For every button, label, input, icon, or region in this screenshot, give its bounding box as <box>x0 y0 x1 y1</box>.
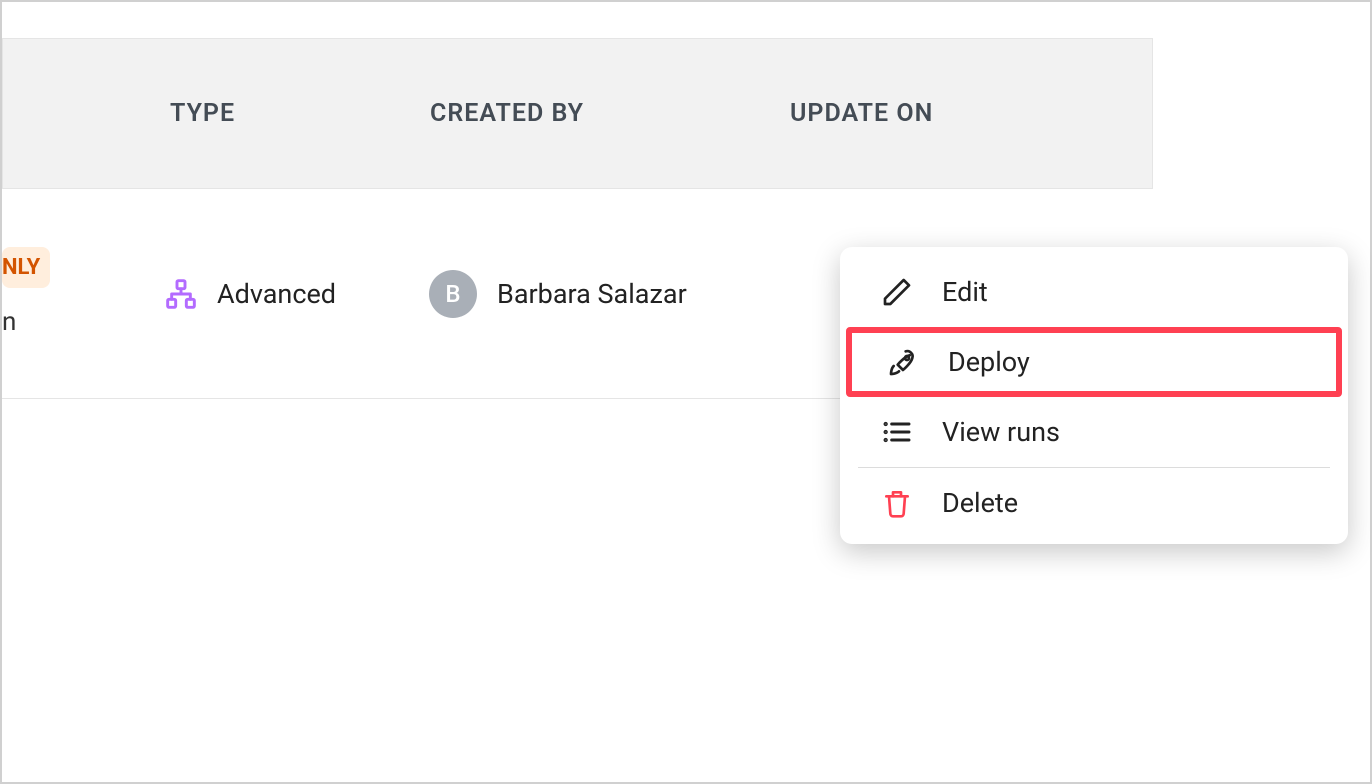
hierarchy-icon <box>165 278 197 310</box>
menu-item-deploy[interactable]: Deploy <box>846 327 1342 397</box>
list-icon <box>880 415 914 449</box>
menu-item-edit[interactable]: Edit <box>840 257 1348 327</box>
status-badge: NLY <box>2 247 50 288</box>
pencil-icon <box>880 275 914 309</box>
rocket-icon <box>886 345 920 379</box>
column-header-type: TYPE <box>170 99 430 128</box>
menu-item-label: Deploy <box>948 346 1030 378</box>
menu-item-label: Edit <box>942 276 988 308</box>
table-header-row: TYPE CREATED BY UPDATE ON <box>2 38 1153 189</box>
row-subtext: n <box>2 307 16 337</box>
column-header-created-by: CREATED BY <box>430 99 790 128</box>
avatar: B <box>429 270 477 318</box>
context-menu: Edit Deploy View runs <box>840 247 1348 544</box>
menu-item-view-runs[interactable]: View runs <box>840 397 1348 467</box>
cell-created-by: B Barbara Salazar <box>429 270 789 318</box>
column-header-update-on: UPDATE ON <box>790 99 933 128</box>
menu-item-label: Delete <box>942 487 1018 519</box>
creator-name: Barbara Salazar <box>497 278 687 310</box>
cell-type: Advanced <box>165 278 429 310</box>
trash-icon <box>880 486 914 520</box>
type-label: Advanced <box>217 278 336 310</box>
menu-item-delete[interactable]: Delete <box>840 468 1348 538</box>
menu-item-label: View runs <box>942 416 1060 448</box>
